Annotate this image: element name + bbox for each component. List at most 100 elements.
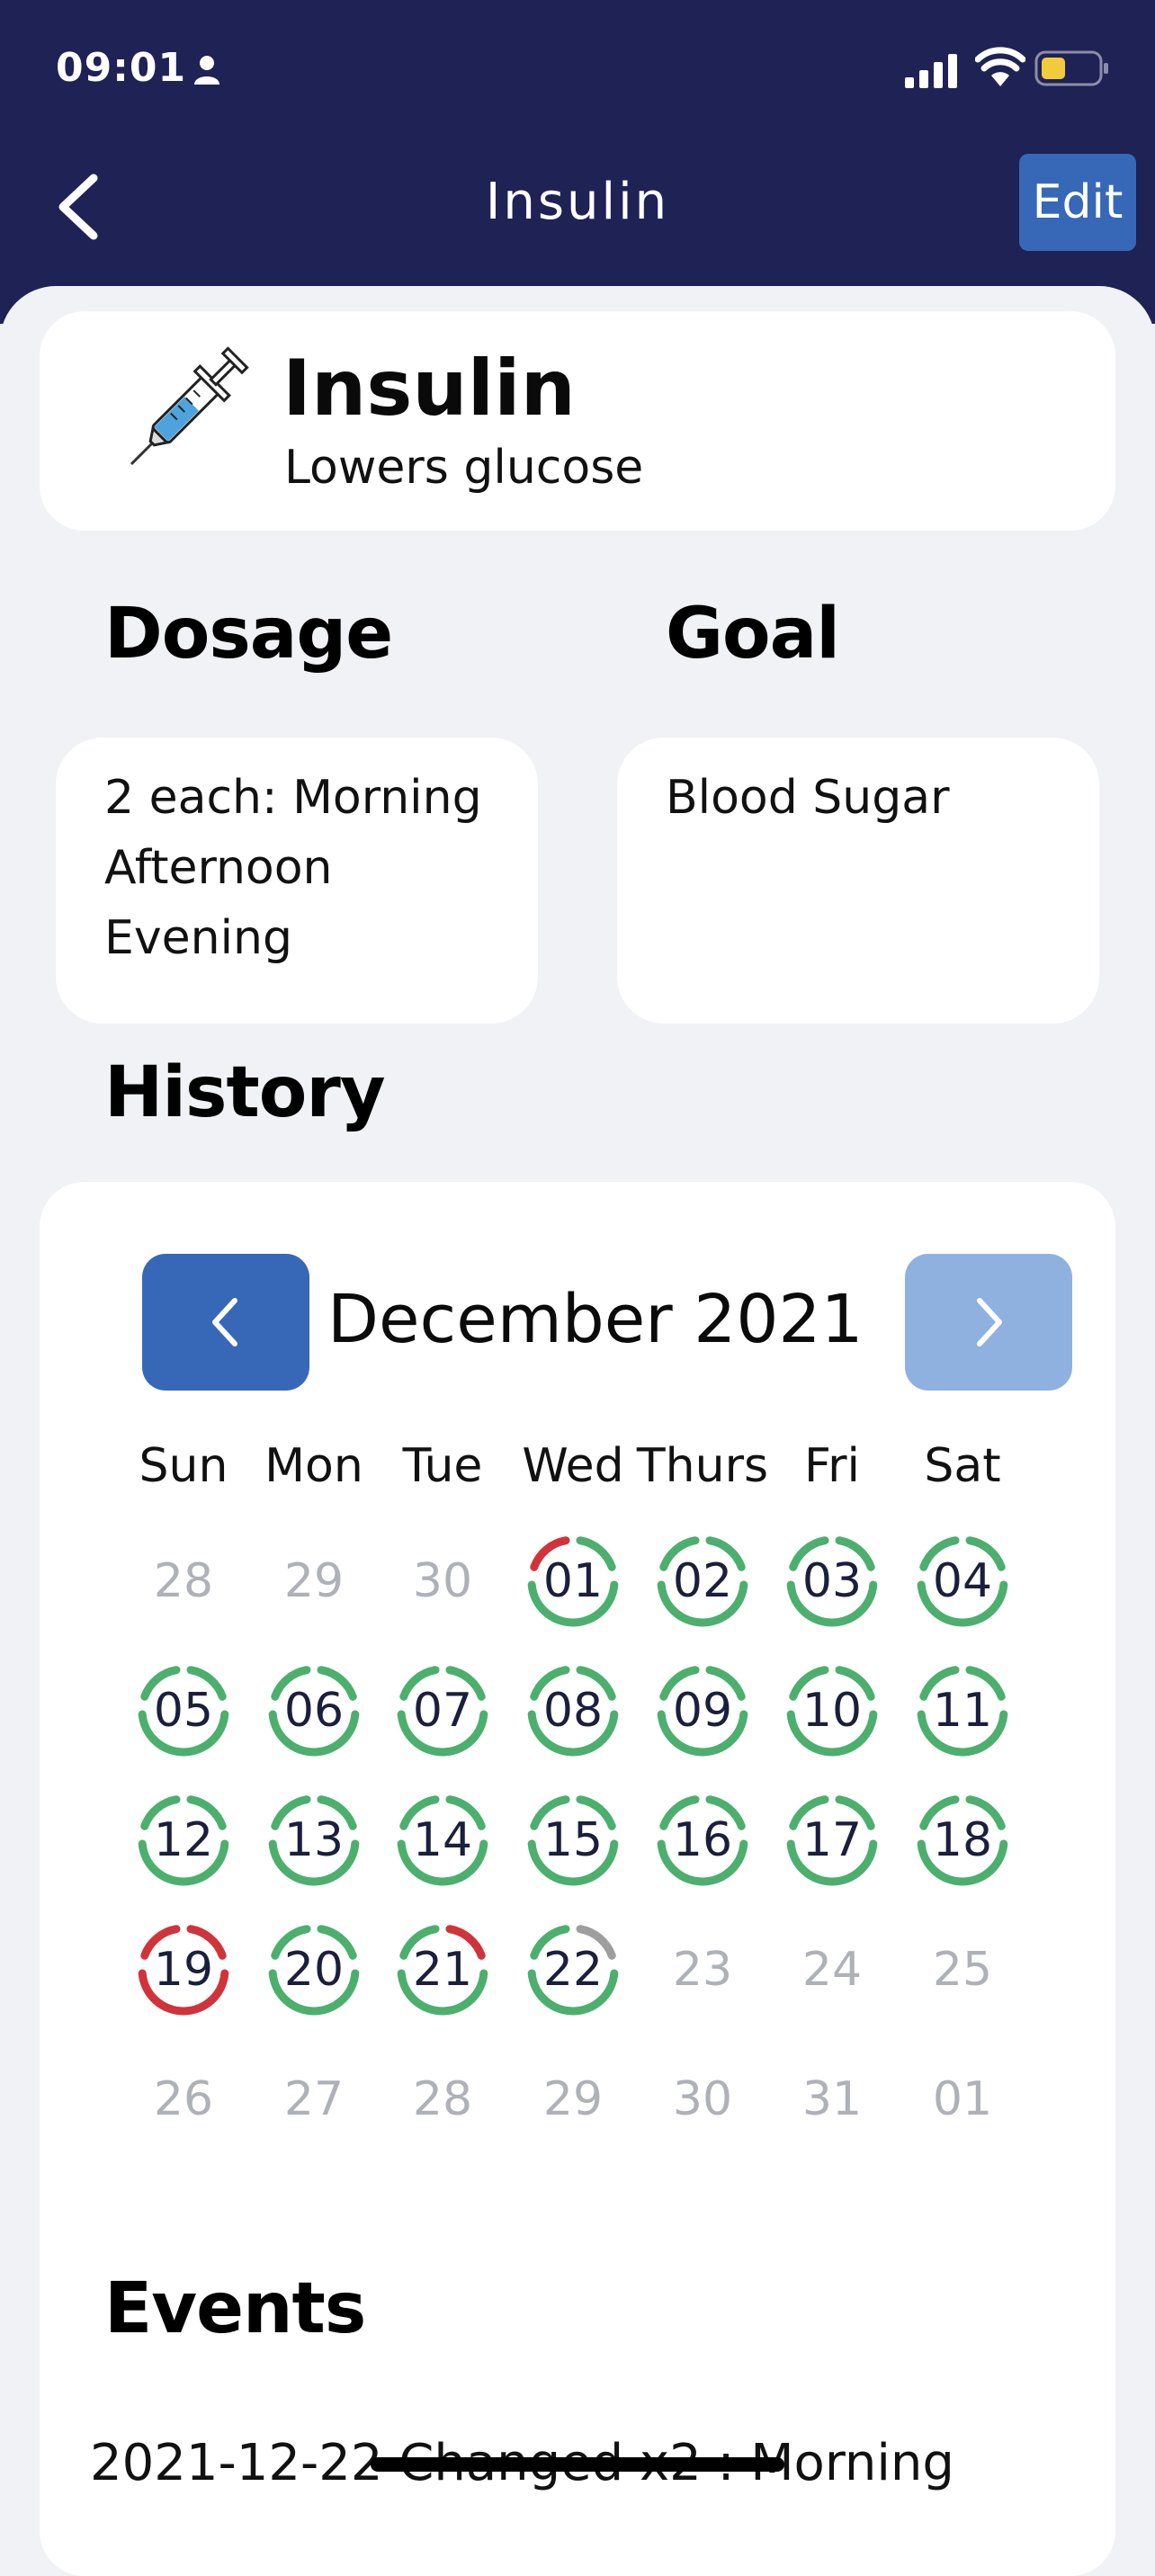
- calendar-day[interactable]: 08: [524, 1661, 622, 1760]
- home-indicator: [371, 2457, 784, 2472]
- calendar-day[interactable]: 19: [134, 1920, 233, 2019]
- day-number: 15: [542, 1813, 604, 1867]
- day-number: 09: [672, 1684, 733, 1738]
- calendar-day-outside: 30: [653, 2050, 752, 2149]
- calendar-day[interactable]: 06: [264, 1661, 363, 1760]
- day-number: 04: [932, 1554, 993, 1608]
- calendar-day[interactable]: 15: [524, 1791, 622, 1890]
- day-number: 02: [672, 1554, 733, 1608]
- day-number: 05: [153, 1684, 214, 1738]
- status-time: 09:01: [56, 45, 187, 91]
- chevron-left-icon: [212, 1298, 237, 1346]
- calendar-day[interactable]: 11: [913, 1661, 1012, 1760]
- weekday-label: Fri: [804, 1439, 860, 1493]
- day-number: 29: [542, 2072, 604, 2126]
- calendar-day[interactable]: 21: [393, 1920, 492, 2019]
- calendar-day[interactable]: 18: [913, 1791, 1012, 1890]
- calendar-day-outside: 29: [264, 1532, 363, 1631]
- dosage-card: 2 each: Morning Afternoon Evening: [56, 738, 538, 1024]
- page-title: Insulin: [485, 173, 670, 231]
- day-number: 18: [932, 1813, 993, 1867]
- day-number: 08: [542, 1684, 604, 1738]
- weekday-label: Thurs: [636, 1439, 769, 1493]
- syringe-icon: [130, 346, 249, 466]
- day-number: 06: [283, 1684, 345, 1738]
- day-number: 20: [283, 1943, 345, 1997]
- goal-text: Blood Sugar: [666, 771, 950, 825]
- day-number: 12: [153, 1813, 214, 1867]
- day-number: 11: [932, 1684, 993, 1738]
- day-number: 17: [801, 1813, 863, 1867]
- weekday-label: Mon: [264, 1439, 363, 1493]
- calendar-day[interactable]: 14: [393, 1791, 492, 1890]
- calendar-day-outside: 27: [264, 2050, 363, 2149]
- weekday-label: Tue: [402, 1439, 483, 1493]
- calendar-day[interactable]: 13: [264, 1791, 363, 1890]
- goal-card: Blood Sugar: [617, 738, 1099, 1024]
- calendar-day[interactable]: 01: [524, 1532, 622, 1631]
- day-number: 07: [412, 1684, 473, 1738]
- calendar-day[interactable]: 09: [653, 1661, 752, 1760]
- events-heading: Events: [104, 2268, 366, 2349]
- app-header: 09:01 Insulin Edit: [0, 0, 1155, 324]
- calendar-day-outside: 31: [783, 2050, 882, 2149]
- day-number: 24: [801, 1943, 863, 1997]
- previous-month-button[interactable]: [142, 1254, 309, 1391]
- calendar-day[interactable]: 20: [264, 1920, 363, 2019]
- person-icon: [194, 56, 219, 85]
- next-month-button[interactable]: [905, 1254, 1072, 1391]
- day-number: 21: [412, 1943, 473, 1997]
- calendar-day-outside: 25: [913, 1920, 1012, 2019]
- medication-description: Lowers glucose: [284, 441, 644, 495]
- day-number: 01: [542, 1554, 604, 1608]
- dosage-heading: Dosage: [104, 594, 393, 675]
- calendar-day-outside: 23: [653, 1920, 752, 2019]
- weekday-label: Wed: [522, 1439, 624, 1493]
- calendar-day[interactable]: 16: [653, 1791, 752, 1890]
- day-number: 29: [283, 1554, 345, 1608]
- day-number: 23: [672, 1943, 733, 1997]
- day-number: 28: [412, 2072, 473, 2126]
- calendar-day[interactable]: 03: [783, 1532, 882, 1631]
- wifi-icon: [975, 47, 1025, 86]
- weekday-label: Sat: [924, 1439, 1001, 1493]
- day-number: 31: [801, 2072, 863, 2126]
- day-number: 27: [283, 2072, 345, 2126]
- day-number: 16: [672, 1813, 733, 1867]
- calendar-day[interactable]: 05: [134, 1661, 233, 1760]
- calendar-day[interactable]: 04: [913, 1532, 1012, 1631]
- calendar-day-outside: 29: [524, 2050, 622, 2149]
- history-heading: History: [104, 1052, 386, 1133]
- calendar-day[interactable]: 22: [524, 1920, 622, 2019]
- chevron-right-icon: [977, 1298, 1002, 1346]
- day-number: 14: [412, 1813, 473, 1867]
- day-number: 28: [153, 1554, 214, 1608]
- signal-icon: [905, 54, 957, 88]
- calendar-day-outside: 28: [134, 1532, 233, 1631]
- battery-icon: [1034, 50, 1108, 86]
- calendar-day[interactable]: 17: [783, 1791, 882, 1890]
- calendar-day[interactable]: 12: [134, 1791, 233, 1890]
- calendar-day-outside: 26: [134, 2050, 233, 2149]
- day-number: 01: [932, 2072, 993, 2126]
- day-number: 25: [932, 1943, 993, 1997]
- month-label: December 2021: [327, 1281, 864, 1358]
- medication-name: Insulin: [282, 344, 576, 434]
- calendar-day-outside: 28: [393, 2050, 492, 2149]
- goal-heading: Goal: [666, 594, 840, 675]
- edit-button[interactable]: Edit: [1019, 154, 1136, 251]
- calendar-day[interactable]: 10: [783, 1661, 882, 1760]
- day-number: 13: [283, 1813, 345, 1867]
- day-number: 30: [672, 2072, 733, 2126]
- day-number: 10: [801, 1684, 863, 1738]
- day-number: 26: [153, 2072, 214, 2126]
- calendar-day[interactable]: 02: [653, 1532, 752, 1631]
- day-number: 19: [153, 1943, 214, 1997]
- medication-card: Insulin Lowers glucose: [40, 311, 1115, 531]
- weekday-label: Sun: [139, 1439, 228, 1493]
- calendar-day[interactable]: 07: [393, 1661, 492, 1760]
- content-area: Insulin Lowers glucose Dosage Goal 2 eac…: [0, 286, 1155, 2576]
- calendar-day-outside: 24: [783, 1920, 882, 2019]
- calendar-day-outside: 30: [393, 1532, 492, 1631]
- event-card: 2021-12-22 Changed x2 : Morning: [40, 2396, 1115, 2576]
